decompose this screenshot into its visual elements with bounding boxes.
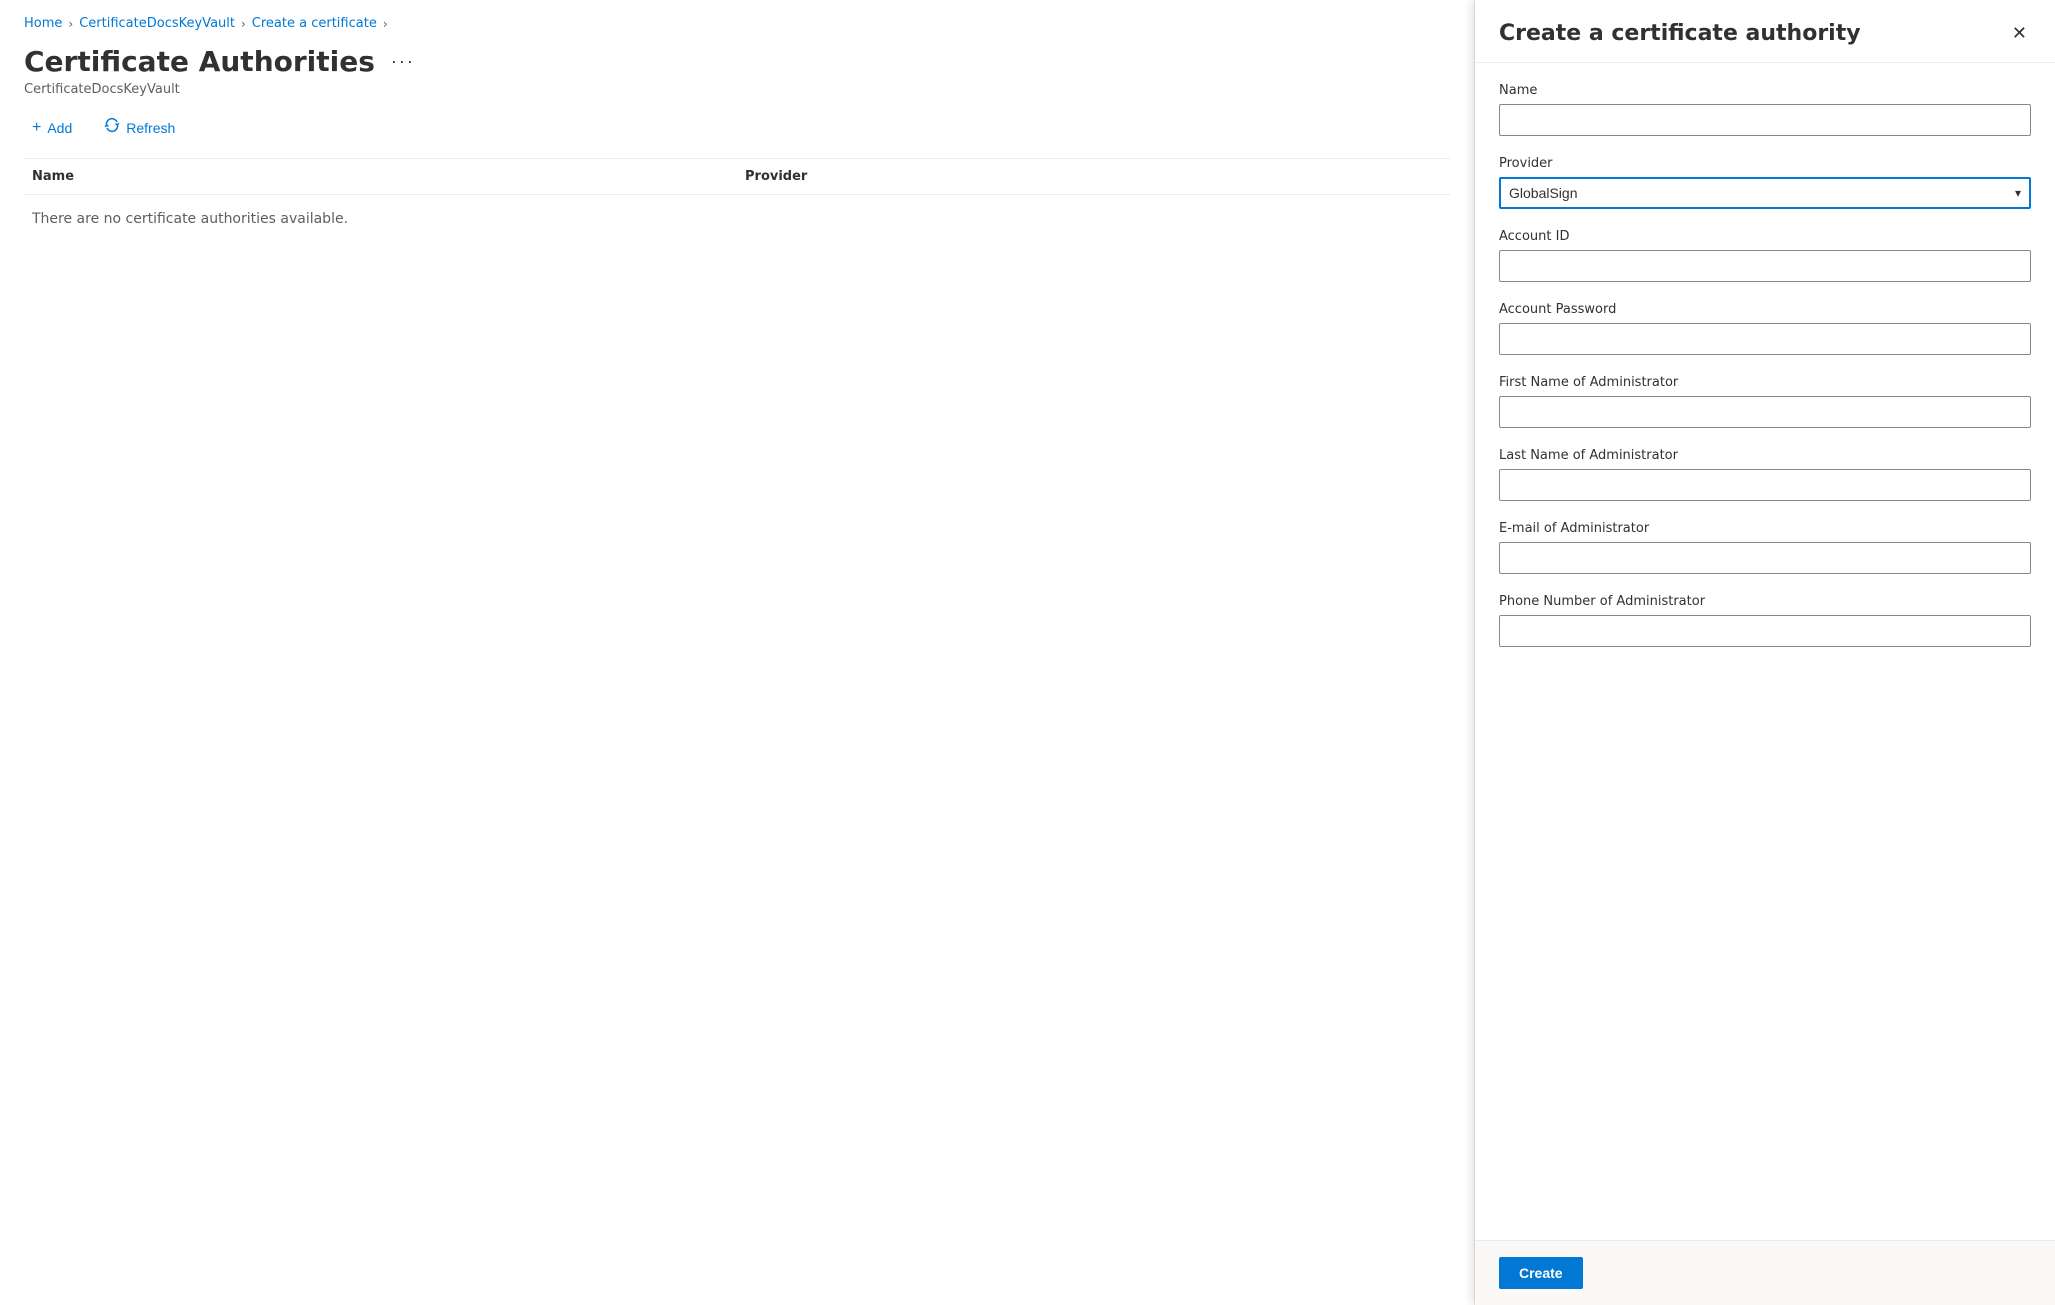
form-group-account-id: Account ID	[1499, 229, 2031, 282]
breadcrumb-sep-3: ›	[383, 17, 388, 31]
table-header-name: Name	[24, 169, 737, 184]
provider-label: Provider	[1499, 156, 2031, 171]
provider-select[interactable]: GlobalSign DigiCert	[1499, 177, 2031, 209]
form-group-first-name: First Name of Administrator	[1499, 375, 2031, 428]
table-container: Name Provider There are no certificate a…	[24, 158, 1450, 243]
provider-select-wrapper: GlobalSign DigiCert ▾	[1499, 177, 2031, 209]
add-label: Add	[47, 120, 72, 136]
first-name-input[interactable]	[1499, 396, 2031, 428]
refresh-button[interactable]: Refresh	[96, 113, 183, 142]
phone-label: Phone Number of Administrator	[1499, 594, 2031, 609]
more-options-button[interactable]: ···	[385, 49, 421, 74]
page-title: Certificate Authorities	[24, 45, 375, 78]
form-group-phone: Phone Number of Administrator	[1499, 594, 2031, 647]
phone-input[interactable]	[1499, 615, 2031, 647]
toolbar: + Add Refresh	[24, 113, 1450, 142]
last-name-input[interactable]	[1499, 469, 2031, 501]
form-group-account-password: Account Password	[1499, 302, 2031, 355]
right-panel-body: Name Provider GlobalSign DigiCert ▾ Acco…	[1475, 63, 2055, 1240]
form-group-email: E-mail of Administrator	[1499, 521, 2031, 574]
account-id-label: Account ID	[1499, 229, 2031, 244]
email-label: E-mail of Administrator	[1499, 521, 2031, 536]
email-input[interactable]	[1499, 542, 2031, 574]
left-panel: Home › CertificateDocsKeyVault › Create …	[0, 0, 1475, 1305]
page-title-row: Certificate Authorities ···	[24, 45, 1450, 78]
table-empty-message: There are no certificate authorities ava…	[24, 195, 1450, 243]
right-panel-footer: Create	[1475, 1240, 2055, 1305]
create-button[interactable]: Create	[1499, 1257, 1583, 1289]
name-label: Name	[1499, 83, 2031, 98]
account-id-input[interactable]	[1499, 250, 2031, 282]
form-group-name: Name	[1499, 83, 2031, 136]
refresh-label: Refresh	[126, 120, 175, 136]
breadcrumb-create-cert[interactable]: Create a certificate	[252, 16, 377, 31]
right-panel-header: Create a certificate authority ✕	[1475, 0, 2055, 63]
breadcrumb-sep-1: ›	[68, 17, 73, 31]
account-password-input[interactable]	[1499, 323, 2031, 355]
breadcrumb-home[interactable]: Home	[24, 16, 62, 31]
form-group-last-name: Last Name of Administrator	[1499, 448, 2031, 501]
account-password-label: Account Password	[1499, 302, 2031, 317]
form-group-provider: Provider GlobalSign DigiCert ▾	[1499, 156, 2031, 209]
breadcrumb-sep-2: ›	[241, 17, 246, 31]
last-name-label: Last Name of Administrator	[1499, 448, 2031, 463]
right-panel-title: Create a certificate authority	[1499, 21, 1861, 46]
add-icon: +	[32, 119, 41, 137]
table-header-provider: Provider	[737, 169, 1450, 184]
breadcrumb-keyvault[interactable]: CertificateDocsKeyVault	[79, 16, 235, 31]
refresh-icon	[104, 117, 120, 138]
add-button[interactable]: + Add	[24, 115, 80, 141]
name-input[interactable]	[1499, 104, 2031, 136]
right-panel: Create a certificate authority ✕ Name Pr…	[1475, 0, 2055, 1305]
breadcrumb: Home › CertificateDocsKeyVault › Create …	[24, 16, 1450, 31]
close-button[interactable]: ✕	[2008, 20, 2031, 46]
first-name-label: First Name of Administrator	[1499, 375, 2031, 390]
table-header: Name Provider	[24, 159, 1450, 195]
subtitle: CertificateDocsKeyVault	[24, 82, 1450, 97]
